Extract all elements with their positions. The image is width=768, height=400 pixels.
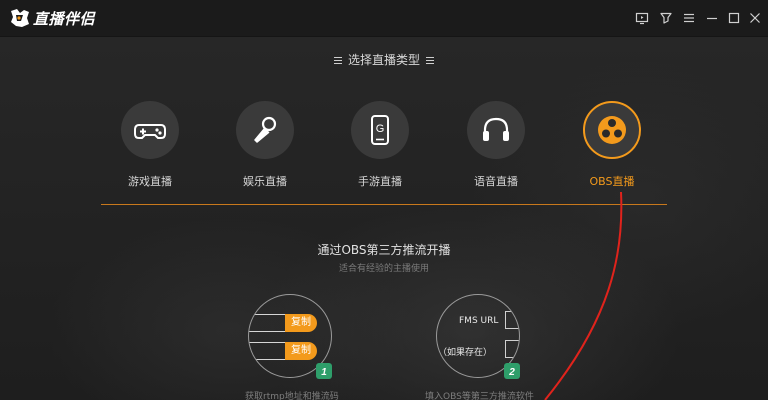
hamburger-icon (426, 55, 434, 66)
category-mobile-game[interactable]: G 手游直播 (325, 101, 435, 189)
close-icon[interactable] (747, 10, 763, 26)
section-title: 选择直播类型 (347, 53, 420, 67)
gamepad-icon (134, 124, 166, 139)
category-circle[interactable] (467, 101, 525, 159)
minimize-icon[interactable] (704, 10, 720, 26)
step-1-caption: 获取rtmp地址和推流码 (245, 392, 339, 400)
category-circle[interactable] (121, 101, 179, 159)
category-entertainment[interactable]: 娱乐直播 (210, 101, 320, 189)
step-1-badge: 1 (316, 363, 332, 379)
step-2-badge: 2 (504, 363, 520, 379)
obs-icon (598, 116, 626, 144)
microphone-icon (254, 116, 277, 143)
category-label: OBS直播 (589, 175, 635, 188)
category-obs[interactable]: OBS直播 (557, 101, 667, 189)
fms-url-label: FMS URL (459, 316, 499, 326)
category-circle[interactable]: G (351, 101, 409, 159)
category-label: 娱乐直播 (243, 175, 287, 188)
copy-button[interactable]: 复制 (285, 314, 317, 332)
pin-icon[interactable] (658, 10, 674, 26)
stream-key-field (249, 342, 285, 360)
screen-icon[interactable] (634, 10, 650, 26)
category-circle[interactable] (236, 101, 294, 159)
app-title: 直播伴侣 (33, 10, 96, 28)
menu-icon[interactable] (681, 10, 697, 26)
step-2-caption: 填入OBS等第三方推流软件 (425, 392, 534, 400)
hamburger-icon (333, 55, 342, 66)
category-circle[interactable] (583, 101, 641, 159)
obs-subtitle: 适合有经验的主播使用 (338, 264, 429, 274)
copy-button[interactable]: 复制 (285, 342, 317, 360)
maximize-icon[interactable] (726, 10, 742, 26)
category-label: 手游直播 (358, 175, 402, 188)
category-voice[interactable]: 语音直播 (441, 101, 551, 189)
stream-key-box (505, 340, 519, 358)
rtmp-field (249, 314, 285, 332)
stream-key-label: 流（如果存在） (437, 348, 493, 358)
step-2-number: 2 (508, 367, 515, 378)
step-1-number: 1 (321, 367, 327, 378)
category-label: 语音直播 (474, 175, 518, 188)
phone-icon: G (371, 115, 389, 145)
obs-title: 通过OBS第三方推流开播 (317, 243, 451, 257)
app-logo-icon (11, 9, 29, 27)
category-label: 游戏直播 (128, 175, 172, 188)
live-companion-window: 直播伴侣 选择直播类型 游戏直播 娱乐直播 G 手游直播 语音直播 OBS直播 … (0, 0, 768, 400)
category-divider (101, 204, 667, 205)
title-bar[interactable]: 直播伴侣 (0, 0, 768, 37)
category-game[interactable]: 游戏直播 (95, 101, 205, 189)
fms-url-box (505, 311, 519, 329)
section-header: 选择直播类型 (0, 51, 768, 68)
svg-text:G: G (376, 123, 385, 135)
headphones-icon (483, 117, 509, 141)
